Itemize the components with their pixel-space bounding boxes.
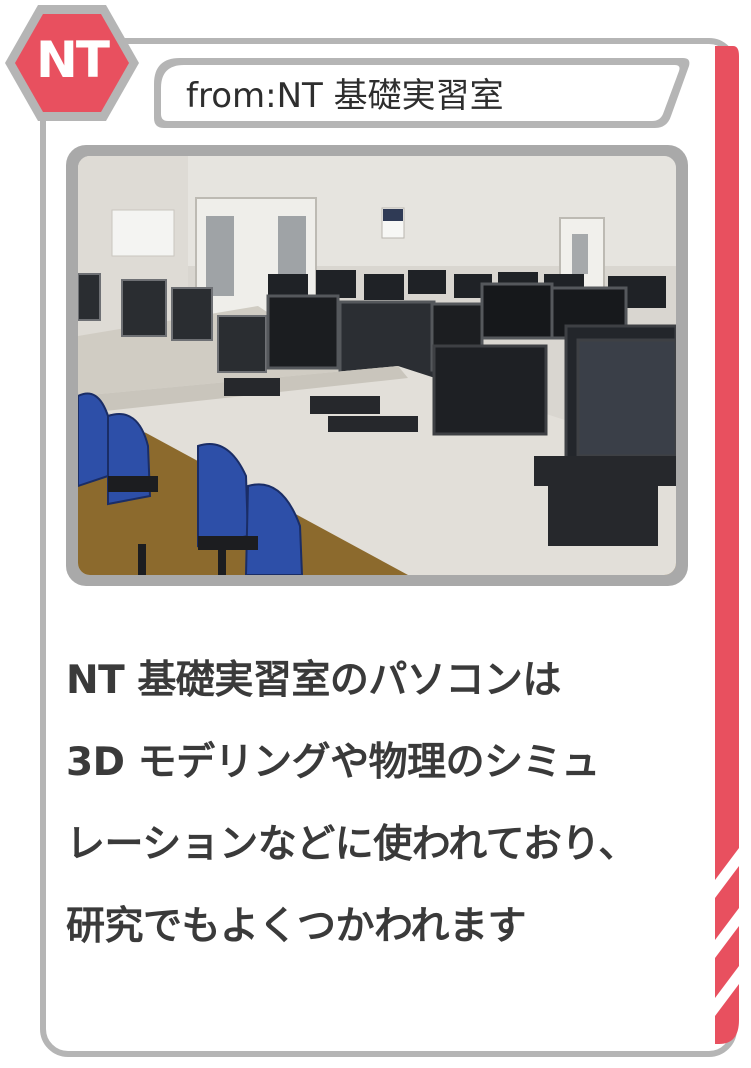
computer-lab-illustration xyxy=(78,156,676,575)
badge-label: NT xyxy=(36,31,110,89)
caption: NT 基礎実習室のパソコンは 3D モデリングや物理のシミュ レーションなどに使… xyxy=(66,640,696,968)
caption-line-1: NT 基礎実習室のパソコンは xyxy=(66,658,561,703)
caption-line-3: レーションなどに使われており、 xyxy=(66,822,637,867)
caption-line-2: 3D モデリングや物理のシミュ xyxy=(66,740,600,785)
photo-frame xyxy=(66,145,688,586)
header-title: from:NT 基礎実習室 xyxy=(186,76,504,116)
computer-lab-photo xyxy=(78,156,676,575)
side-stripe xyxy=(715,46,739,1044)
caption-line-4: 研究でもよくつかわれます xyxy=(66,904,527,949)
